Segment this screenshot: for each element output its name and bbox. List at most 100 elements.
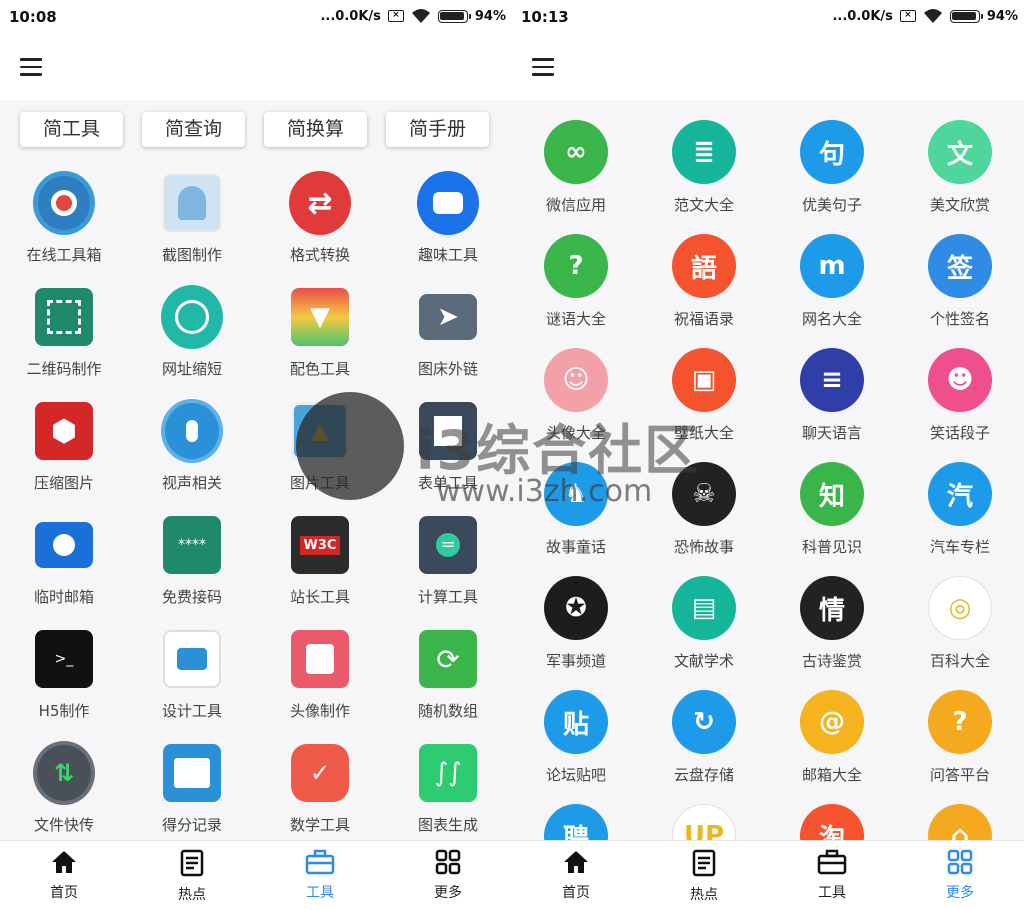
category-item[interactable]: 文美文欣赏 xyxy=(896,120,1024,234)
category-item[interactable]: 情古诗鉴赏 xyxy=(768,576,896,690)
tab-simple-manual[interactable]: 简手册 xyxy=(386,112,489,147)
tool-item[interactable]: 得分记录 xyxy=(128,742,256,840)
grid-icon xyxy=(435,849,461,879)
tool-item[interactable]: ∫∫ 图表生成 xyxy=(384,742,512,840)
category-item[interactable]: ⌂ xyxy=(896,804,1024,840)
screenshot-root: 10:08 ...0.0K/s × 94% 简工具 简查询 简换算 简手册 在线… xyxy=(0,0,1024,910)
tool-item[interactable]: ▼ 配色工具 xyxy=(256,286,384,400)
tool-label: 趣味工具 xyxy=(417,246,478,264)
phone-tools-screen: 10:08 ...0.0K/s × 94% 简工具 简查询 简换算 简手册 在线… xyxy=(0,0,512,910)
tab-simple-query[interactable]: 简查询 xyxy=(142,112,245,147)
nav-item-hot[interactable]: 热点 xyxy=(640,841,768,910)
category-item[interactable]: ? 问答平台 xyxy=(896,690,1024,804)
tool-item[interactable]: ▲ 图片工具 xyxy=(256,400,384,514)
tool-item[interactable]: **** 免费接码 xyxy=(128,514,256,628)
calendar-icon xyxy=(161,742,223,804)
category-item[interactable]: ≡ 聊天语言 xyxy=(768,348,896,462)
tool-item[interactable]: 头像制作 xyxy=(256,628,384,742)
category-item[interactable]: ∞ 微信应用 xyxy=(512,120,640,234)
category-item[interactable]: ↻ 云盘存储 xyxy=(640,690,768,804)
nav-item-more[interactable]: 更多 xyxy=(384,841,512,910)
tool-label: 视声相关 xyxy=(161,474,222,492)
category-label: 科普见识 xyxy=(801,538,862,556)
category-item[interactable]: ♞ 故事童话 xyxy=(512,462,640,576)
terminal-icon: >_ xyxy=(33,628,95,690)
tool-label: 在线工具箱 xyxy=(26,246,102,264)
phone-more-screen: 10:13 ...0.0K/s × 94% ∞ 微信应用 ≣ 范文大全句优美句子文美文… xyxy=(512,0,1024,910)
category-item[interactable]: ▣ 壁纸大全 xyxy=(640,348,768,462)
category-item[interactable]: ≣ 范文大全 xyxy=(640,120,768,234)
tool-item[interactable]: ✓ 数学工具 xyxy=(256,742,384,840)
category-label: 微信应用 xyxy=(545,196,606,214)
category-item[interactable]: UP xyxy=(640,804,768,840)
category-item[interactable]: 淘 xyxy=(768,804,896,840)
tool-label: 临时邮箱 xyxy=(33,588,94,606)
category-item[interactable]: m 网名大全 xyxy=(768,234,896,348)
nav-item-tools[interactable]: 工具 xyxy=(768,841,896,910)
robot-icon xyxy=(417,171,479,235)
tool-item[interactable]: ⇅ 文件快传 xyxy=(0,741,128,840)
more-content: ∞ 微信应用 ≣ 范文大全句优美句子文美文欣赏 ? 谜语大全語祝福语录 m 网名大全签个性签名… xyxy=(512,100,1024,840)
category-item[interactable]: @ 邮箱大全 xyxy=(768,690,896,804)
nav-item-home[interactable]: 首页 xyxy=(0,841,128,910)
tool-item[interactable]: ⇄ 格式转换 xyxy=(256,171,384,286)
tool-item[interactable]: 临时邮箱 xyxy=(0,514,128,628)
globe-icon xyxy=(161,285,223,349)
category-icon: 签 xyxy=(928,234,992,298)
category-label: 个性签名 xyxy=(929,310,990,328)
tool-item[interactable]: = 计算工具 xyxy=(384,514,512,628)
grid-icon xyxy=(947,849,973,879)
menu-icon[interactable] xyxy=(532,58,556,78)
nav-label: 更多 xyxy=(434,885,462,901)
tool-item[interactable]: 在线工具箱 xyxy=(0,171,128,286)
category-item[interactable]: 知科普见识 xyxy=(768,462,896,576)
category-item[interactable]: ☻ 笑话段子 xyxy=(896,348,1024,462)
app-toolbar xyxy=(0,36,512,100)
nav-item-home[interactable]: 首页 xyxy=(512,841,640,910)
category-item[interactable]: 汽汽车专栏 xyxy=(896,462,1024,576)
tool-item[interactable]: ⬢ 压缩图片 xyxy=(0,400,128,514)
tool-label: 文件快传 xyxy=(33,816,94,834)
nav-label: 首页 xyxy=(50,885,78,901)
category-item[interactable]: ☺ 头像大全 xyxy=(512,348,640,462)
category-icon: 文 xyxy=(928,120,992,184)
tool-item[interactable]: >_ H5制作 xyxy=(0,628,128,742)
app-toolbar xyxy=(512,36,1024,100)
tool-item[interactable]: ➤ 图床外链 xyxy=(384,286,512,400)
tool-item[interactable]: W3C 站长工具 xyxy=(256,514,384,628)
category-item[interactable]: 贴论坛贴吧 xyxy=(512,690,640,804)
nav-item-hot[interactable]: 热点 xyxy=(128,841,256,910)
tool-item[interactable]: 网址缩短 xyxy=(128,285,256,400)
tab-simple-tools[interactable]: 简工具 xyxy=(20,112,123,147)
nav-item-tools[interactable]: 工具 xyxy=(256,841,384,910)
tab-simple-convert[interactable]: 简换算 xyxy=(264,112,367,147)
category-item[interactable]: ? 谜语大全 xyxy=(512,234,640,348)
category-item[interactable]: ☠ 恐怖故事 xyxy=(640,462,768,576)
category-item[interactable]: 句优美句子 xyxy=(768,120,896,234)
tool-item[interactable]: 视声相关 xyxy=(128,399,256,514)
category-item[interactable]: 語祝福语录 xyxy=(640,234,768,348)
category-item[interactable]: 签个性签名 xyxy=(896,234,1024,348)
category-item[interactable]: ✪ 军事频道 xyxy=(512,576,640,690)
menu-icon[interactable] xyxy=(20,58,44,78)
category-item[interactable]: ▤ 文献学术 xyxy=(640,576,768,690)
nav-item-more[interactable]: 更多 xyxy=(896,841,1024,910)
tool-item[interactable]: 设计工具 xyxy=(128,628,256,742)
news-icon xyxy=(178,849,206,881)
battery-percent: 94% xyxy=(986,8,1018,24)
math-icon: ✓ xyxy=(289,742,351,804)
category-icon: ♞ xyxy=(544,462,608,526)
tool-item[interactable]: 二维码制作 xyxy=(0,286,128,400)
tool-item[interactable]: 表单工具 xyxy=(384,400,512,514)
qrcode-icon xyxy=(33,286,95,348)
tool-item[interactable]: ⟳ 随机数组 xyxy=(384,628,512,742)
category-item[interactable]: 聘 xyxy=(512,804,640,840)
wifi-icon xyxy=(411,9,430,23)
tool-item[interactable]: 截图制作 xyxy=(128,172,256,286)
tool-item[interactable]: 趣味工具 xyxy=(384,171,512,286)
category-item[interactable]: ◎ 百科大全 xyxy=(896,576,1024,690)
tool-label: 得分记录 xyxy=(161,816,222,834)
microphone-icon xyxy=(161,399,223,463)
chart-icon: ∫∫ xyxy=(417,742,479,804)
nav-label: 工具 xyxy=(818,885,846,901)
